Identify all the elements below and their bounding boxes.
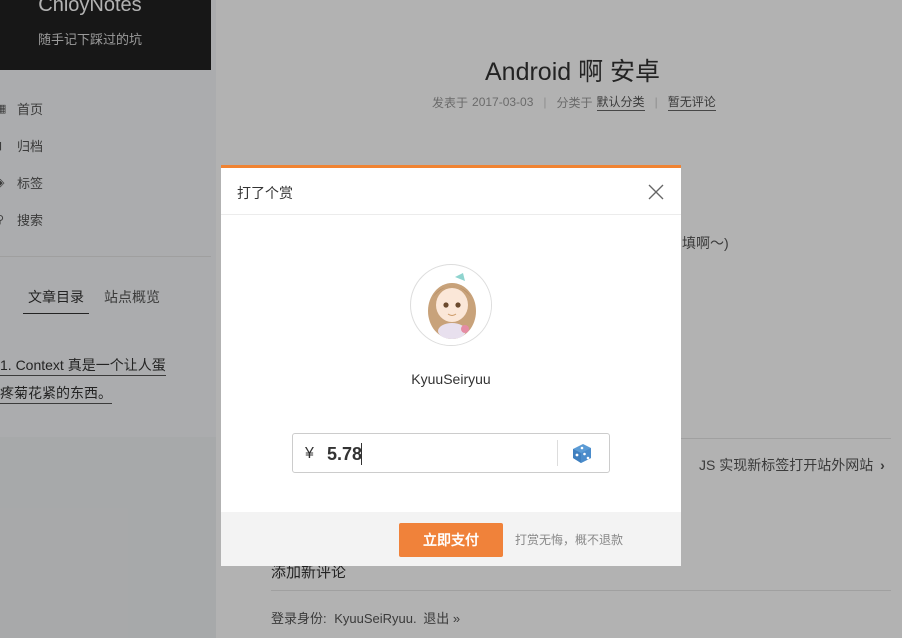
- recipient-name: KyuuSeiryuu: [411, 371, 491, 387]
- currency-symbol: ¥: [305, 445, 314, 462]
- pay-now-button[interactable]: 立即支付: [399, 523, 503, 557]
- avatar: [410, 264, 492, 346]
- dice-icon[interactable]: [570, 441, 594, 465]
- text-caret: [361, 443, 362, 465]
- reward-dialog: 打了个赏 KyuuSeiryuu ¥ 5.78 立即支付 打赏无悔，概不退款: [221, 165, 681, 566]
- pay-note: 打赏无悔，概不退款: [515, 533, 624, 547]
- dialog-title: 打了个赏: [237, 185, 293, 201]
- amount-field[interactable]: ¥: [292, 433, 610, 473]
- close-icon[interactable]: [645, 181, 667, 203]
- field-divider: [557, 440, 558, 466]
- dialog-footer: 立即支付 打赏无悔，概不退款: [221, 512, 681, 566]
- amount-input[interactable]: [327, 440, 507, 468]
- dialog-header: 打了个赏: [221, 168, 681, 215]
